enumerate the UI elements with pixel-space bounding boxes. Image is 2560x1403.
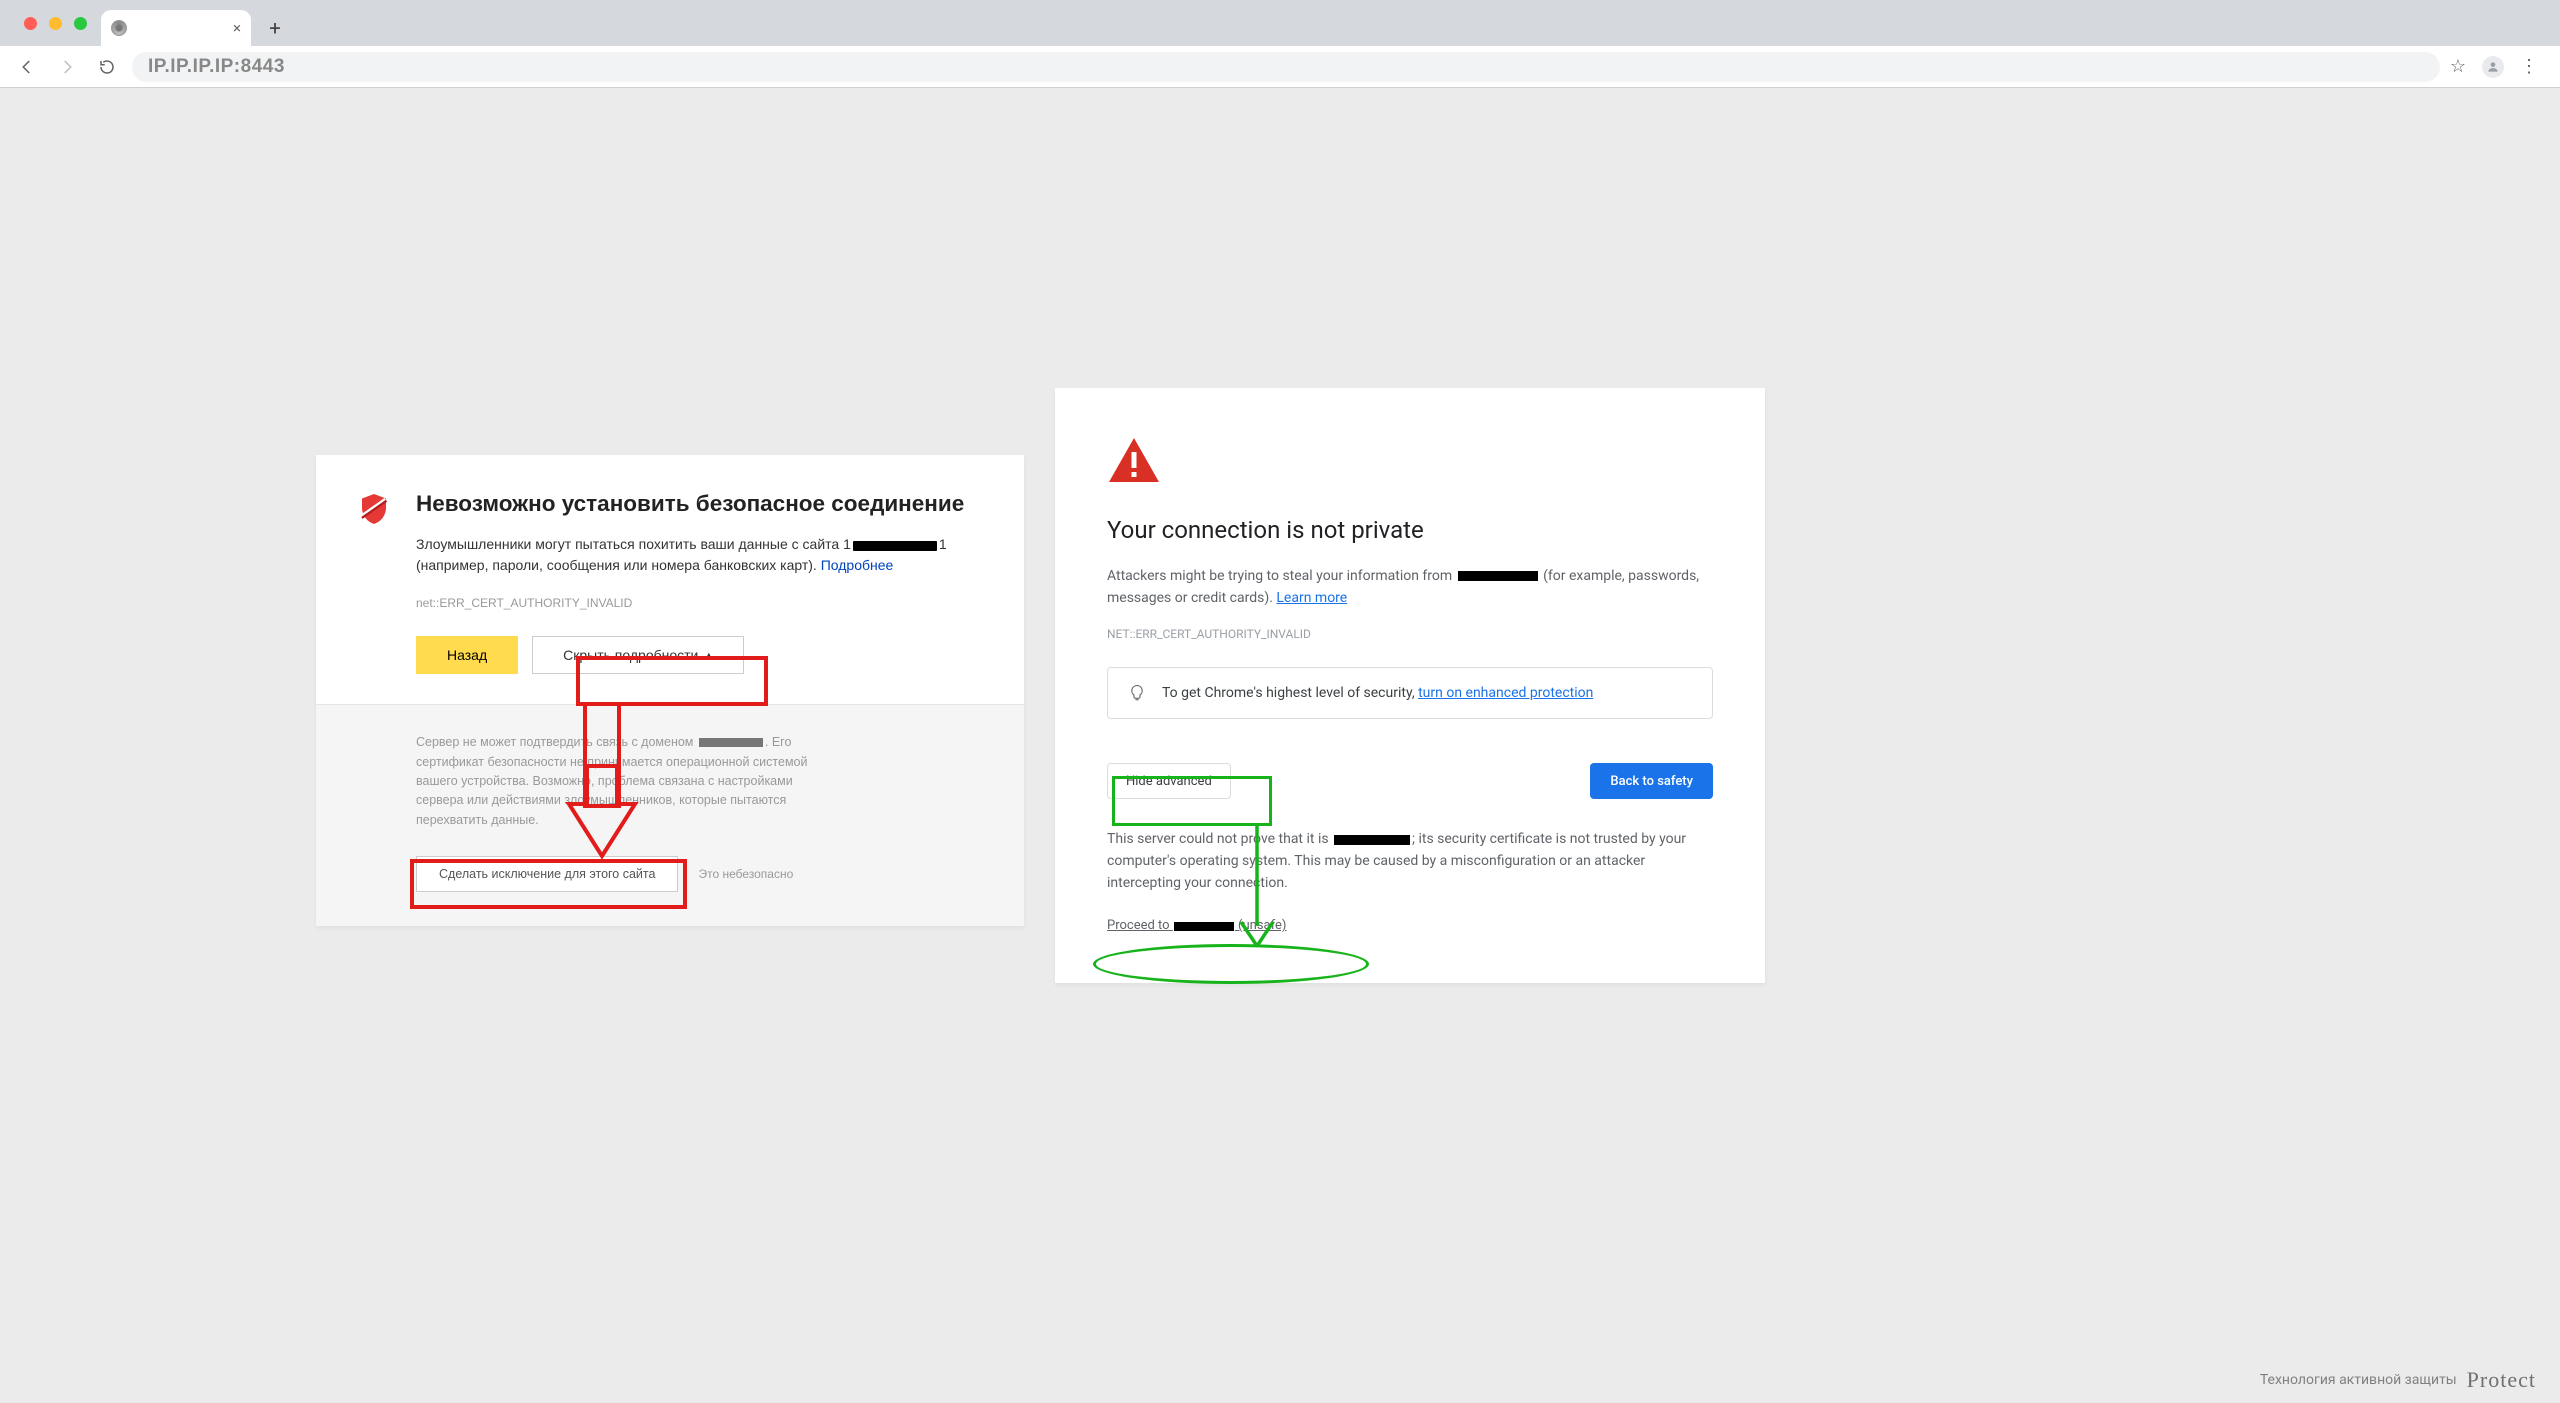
chrome-proceed-unsafe-link[interactable]: Proceed to (unsafe) [1107,918,1286,933]
redacted-domain [1174,922,1234,931]
yandex-back-label: Назад [447,647,487,663]
page-viewport: Невозможно установить безопасное соедине… [0,88,2560,1403]
yandex-hide-details-label: Скрыть подробности [563,647,698,663]
yandex-details-a: Сервер не может подтвердить связь с доме… [416,735,697,749]
chrome-enhanced-protection-banner: To get Chrome's highest level of securit… [1107,667,1713,719]
footer-text: Технология активной защиты [2260,1372,2457,1388]
toolbar: IP.IP.IP.IP:8443 ☆ ⋮ [0,46,2560,88]
chevron-up-icon: ▲ [704,650,713,660]
shield-slash-icon [356,491,392,527]
warning-triangle-icon [1107,436,1161,484]
chrome-hide-advanced-label: Hide advanced [1126,774,1212,789]
forward-button[interactable] [52,52,82,82]
yandex-hide-details-button[interactable]: Скрыть подробности ▲ [532,636,744,674]
chrome-learn-more-link[interactable]: Learn more [1276,590,1347,606]
footer: Технология активной защиты Protect [2260,1367,2536,1393]
redacted-domain [853,541,937,551]
yandex-details-panel: Сервер не может подтвердить связь с доме… [316,704,1024,926]
chrome-enhanced-protection-link[interactable]: turn on enhanced protection [1418,685,1593,701]
chrome-back-to-safety-button[interactable]: Back to safety [1590,763,1713,799]
chrome-proceed-pre: Proceed to [1107,918,1173,933]
browser-tab[interactable]: × [101,10,251,46]
chrome-warning-description: Attackers might be trying to steal your … [1107,566,1713,609]
protect-logo: Protect [2467,1367,2536,1393]
lightbulb-icon [1128,684,1146,702]
redacted-domain [1334,835,1410,845]
maximize-window-button[interactable] [74,17,87,30]
chrome-proceed-row: Proceed to (unsafe) [1107,918,1713,933]
chrome-proceed-post: (unsafe) [1235,918,1287,933]
yandex-exception-note: Это небезопасно [698,867,793,881]
chrome-banner-text: To get Chrome's highest level of securit… [1162,685,1418,701]
tab-close-icon[interactable]: × [233,19,241,37]
yandex-exception-label: Сделать исключение для этого сайта [439,867,655,881]
tab-favicon-icon [111,20,127,36]
chrome-back-safety-label: Back to safety [1610,774,1693,789]
tab-strip: × + [0,0,2560,46]
chrome-warning-title: Your connection is not private [1107,516,1713,544]
new-tab-button[interactable]: + [261,14,289,42]
address-text: IP.IP.IP.IP:8443 [148,56,285,78]
redacted-domain [699,738,763,747]
redacted-domain [1458,571,1538,581]
yandex-make-exception-button[interactable]: Сделать исключение для этого сайта [416,856,678,892]
chrome-desc-pre: Attackers might be trying to steal your … [1107,568,1456,584]
bookmark-star-icon[interactable]: ☆ [2450,56,2466,77]
chrome-warning-card: Your connection is not private Attackers… [1055,388,1765,983]
yandex-warning-card: Невозможно установить безопасное соедине… [316,455,1024,926]
yandex-back-button[interactable]: Назад [416,636,518,674]
chrome-details-text: This server could not prove that it is ;… [1107,829,1713,894]
yandex-learn-more-link[interactable]: Подробнее [821,557,894,573]
back-button[interactable] [12,52,42,82]
yandex-warning-title: Невозможно установить безопасное соедине… [416,489,984,518]
profile-avatar-icon[interactable] [2482,56,2504,78]
window-controls [14,17,101,46]
minimize-window-button[interactable] [49,17,62,30]
chrome-error-code: NET::ERR_CERT_AUTHORITY_INVALID [1107,627,1713,641]
chrome-hide-advanced-button[interactable]: Hide advanced [1107,763,1231,799]
reload-button[interactable] [92,52,122,82]
toolbar-right: ☆ ⋮ [2450,56,2548,78]
yandex-desc-pre: Злоумышленники могут пытаться похитить в… [416,536,843,552]
address-bar[interactable]: IP.IP.IP.IP:8443 [132,52,2440,82]
yandex-desc-post: (например, пароли, сообщения или номера … [416,557,821,573]
yandex-details-text: Сервер не может подтвердить связь с доме… [416,733,836,830]
chrome-detail-pre: This server could not prove that it is [1107,831,1332,847]
kebab-menu-icon[interactable]: ⋮ [2520,56,2540,77]
browser-chrome: × + IP.IP.IP.IP:8443 ☆ ⋮ [0,0,2560,88]
close-window-button[interactable] [24,17,37,30]
yandex-warning-description: Злоумышленники могут пытаться похитить в… [416,534,984,576]
yandex-error-code: net::ERR_CERT_AUTHORITY_INVALID [416,596,984,610]
